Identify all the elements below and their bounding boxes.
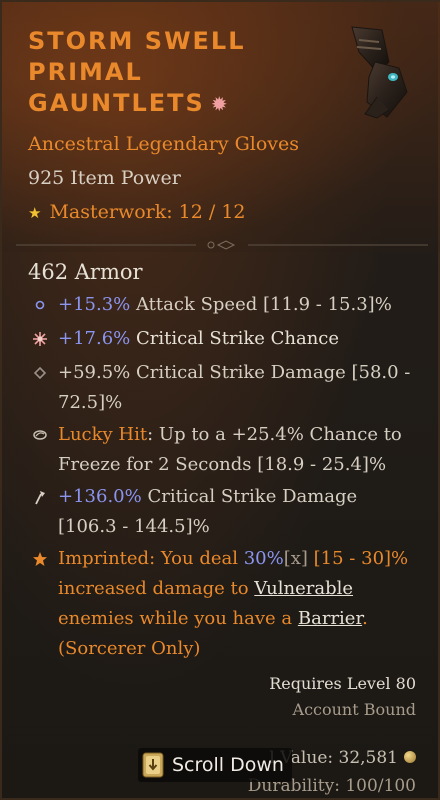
aspect-star-icon xyxy=(33,552,47,566)
item-name-line-2: PRIMAL xyxy=(28,58,143,86)
lucky-hit-label: Lucky Hit xyxy=(58,424,148,445)
ancestral-star-icon: ✹ xyxy=(210,92,228,116)
section-divider xyxy=(16,240,428,250)
aspect-text: : You deal xyxy=(149,548,244,569)
item-power: 925 Item Power xyxy=(28,167,181,189)
masterwork-line: ★ Masterwork: 12 / 12 xyxy=(28,201,246,223)
item-name-line-1: STORM SWELL xyxy=(28,27,246,55)
lucky-hit-icon xyxy=(33,430,47,440)
vulnerable-link[interactable]: Vulnerable xyxy=(254,578,353,599)
barrier-link[interactable]: Barrier xyxy=(298,608,362,629)
affix-value: +15.3% xyxy=(58,294,131,315)
item-name: STORM SWELL PRIMAL GAUNTLETS ✹ xyxy=(28,26,328,120)
level-requirement: Requires Level 80 xyxy=(269,674,416,693)
crit-damage-icon xyxy=(33,366,47,380)
scroll-key-icon xyxy=(142,752,164,778)
tempered-icon xyxy=(35,491,45,505)
scroll-down-label: Scroll Down xyxy=(172,754,284,776)
item-name-line-3: GAUNTLETS xyxy=(28,89,205,117)
aspect-bracket: [x] xyxy=(283,548,308,569)
account-bound: Account Bound xyxy=(292,700,416,719)
aspect-text: . xyxy=(362,608,368,629)
affix-text-line-2: Freeze for 2 Seconds [18.9 - 25.4]% xyxy=(58,454,387,475)
affix-text-line-1: +59.5% Critical Strike Damage [58.0 - xyxy=(58,362,411,383)
aspect-text: enemies while you have a xyxy=(58,608,298,629)
scroll-down-button[interactable]: Scroll Down xyxy=(138,748,292,782)
affix-text-line-2: [106.3 - 144.5]% xyxy=(58,516,210,537)
aspect-text: increased damage to xyxy=(58,578,255,599)
masterwork-label: Masterwork: 12 / 12 xyxy=(49,201,246,223)
gauntlet-icon xyxy=(351,26,408,119)
aspect-value: 30% xyxy=(243,548,284,569)
affix-text: Critical Strike Damage xyxy=(141,486,358,507)
affix-value: +17.6% xyxy=(58,328,131,349)
item-tooltip: STORM SWELL PRIMAL GAUNTLETS ✹ Ancestral … xyxy=(0,0,440,800)
crit-chance-icon xyxy=(33,332,47,346)
masterwork-star-icon: ★ xyxy=(28,204,42,222)
class-restriction: (Sorcerer Only) xyxy=(58,638,201,659)
affix-text-line-1: : Up to a +25.4% Chance to xyxy=(147,424,402,445)
affix-text-line-2: 72.5]% xyxy=(58,392,123,413)
aspect-label: Imprinted xyxy=(58,548,150,569)
affix-text: Attack Speed [11.9 - 15.3]% xyxy=(130,294,392,315)
attack-speed-icon xyxy=(35,300,45,310)
armor-value: 462 Armor xyxy=(28,260,143,284)
affix-value: +136.0% xyxy=(58,486,142,507)
gold-coin-icon xyxy=(404,751,416,763)
item-type: Ancestral Legendary Gloves xyxy=(28,133,300,155)
affix-text: Critical Strike Chance xyxy=(130,328,340,349)
aspect-range: [15 - 30]% xyxy=(307,548,409,569)
